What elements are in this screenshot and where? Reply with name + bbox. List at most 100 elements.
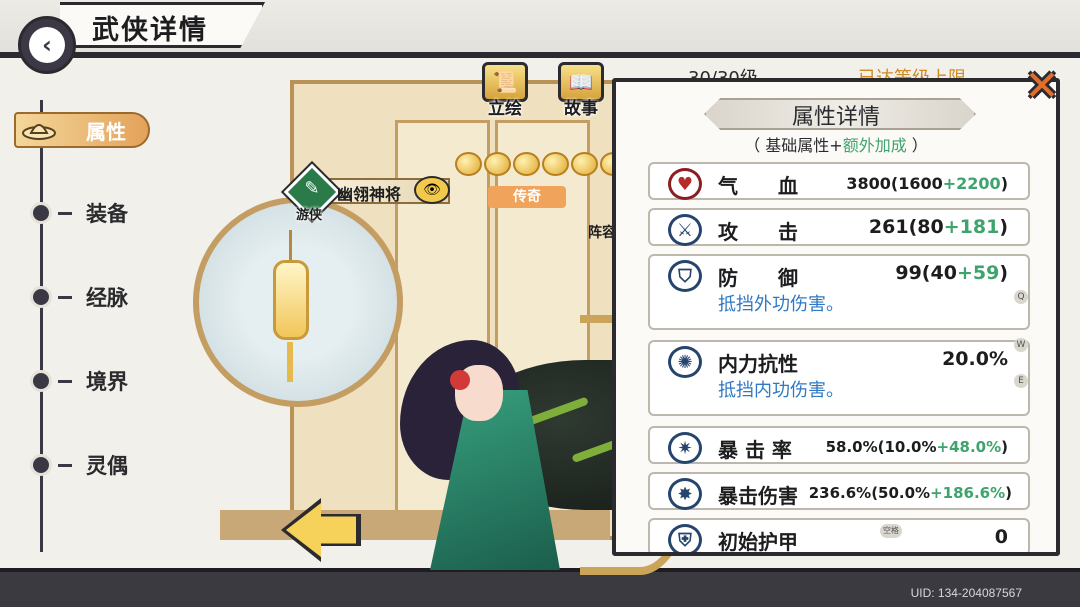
sidebar-item-label: 属性: [86, 120, 126, 144]
sidebar-item-meridians[interactable]: 经脉: [30, 280, 170, 312]
nav-dot: [30, 454, 52, 476]
hero-name: 幽翎神将: [337, 185, 402, 204]
tab-label: 立绘: [488, 99, 522, 119]
popup-title: 属性详情: [791, 105, 880, 130]
sidebar-item-realm[interactable]: 境界: [30, 364, 170, 396]
stat-description: 抵挡内功伤害。: [718, 380, 844, 401]
stat-row-hp: ♥ 气 血 3800(1600+2200): [648, 162, 1030, 200]
sidebar-item-label: 经脉: [86, 286, 128, 310]
stat-close: ): [999, 262, 1008, 284]
stat-name: 攻 击: [718, 220, 798, 244]
hero-scene: [190, 60, 740, 575]
star-icon: [484, 152, 511, 176]
stat-row-crit-damage: ✸ 暴击伤害 236.6%(50.0%+186.6%): [648, 472, 1030, 510]
swirl-icon: ✺: [668, 346, 702, 378]
star-icon: [455, 152, 482, 176]
lantern-cord: [289, 230, 292, 262]
sword-icon: ⚔: [668, 214, 702, 246]
subtitle-text: （ 基础属性+: [744, 136, 843, 155]
eye-icon[interactable]: 👁: [414, 176, 450, 204]
attribute-detail-popup: 属性详情 （ 基础属性+额外加成 ） ♥ 气 血 3800(1600+2200)…: [612, 78, 1060, 556]
sidebar-item-label: 境界: [86, 370, 128, 394]
sidebar-item-puppet[interactable]: 灵偶: [30, 448, 170, 480]
sidebar-item-label: 装备: [86, 202, 128, 226]
stat-value: 0: [994, 526, 1008, 548]
back-arrow-icon: ‹: [29, 27, 65, 63]
nav-dash: [58, 296, 72, 299]
ranger-icon: ✎: [304, 178, 320, 199]
stat-value: 58.0%(10.0%+48.0%): [826, 438, 1008, 456]
star-icon: [513, 152, 540, 176]
nav-line: [40, 100, 43, 552]
nav-dot: [30, 286, 52, 308]
key-hint-w: W: [1014, 338, 1028, 352]
stat-row-attack: ⚔ 攻 击 261(80+181): [648, 208, 1030, 246]
star-icon: [571, 152, 598, 176]
page-title: 武侠详情: [92, 15, 208, 46]
star-rating: [455, 152, 627, 176]
stat-close: ): [1001, 438, 1008, 456]
stat-name: 防 御: [718, 266, 798, 290]
popup-subtitle: （ 基础属性+额外加成 ）: [616, 132, 1056, 156]
stat-bonus: +2200: [942, 174, 1001, 193]
shield-icon: ⛉: [668, 260, 702, 292]
key-hint-q: Q: [1014, 290, 1028, 304]
stat-total: 3800(1600: [846, 174, 943, 193]
nav-dot: [30, 202, 52, 224]
stat-total: 99(40: [895, 262, 957, 284]
top-divider: [0, 52, 1080, 58]
sidebar-item-label: 灵偶: [86, 454, 128, 478]
stat-bonus: +181: [943, 216, 1000, 238]
rarity-badge: 传奇: [488, 186, 566, 208]
stat-value: 99(40+59): [895, 262, 1008, 284]
star-icon: [542, 152, 569, 176]
stat-total: 261(80: [868, 216, 944, 238]
stat-close: ): [999, 216, 1008, 238]
tab-label: 故事: [564, 99, 598, 119]
stat-value: 3800(1600+2200): [846, 174, 1008, 193]
stat-row-armor: ⛨ 初始护甲 空格 0: [648, 518, 1030, 554]
stat-total: 236.6%(50.0%: [808, 484, 931, 502]
sidebar-item-equipment[interactable]: 装备: [30, 196, 170, 228]
nav-dot: [30, 370, 52, 392]
nav-dash: [58, 380, 72, 383]
crit-icon: ✷: [668, 432, 702, 464]
stat-row-defense: ⛉ 防 御 99(40+59) 抵挡外功伤害。 Q: [648, 254, 1030, 330]
lantern-icon: [273, 260, 309, 340]
nav-dash: [58, 212, 72, 215]
stat-bonus: +48.0%: [936, 438, 1002, 456]
stat-name: 初始护甲: [718, 530, 798, 554]
nav-dash: [58, 464, 72, 467]
stat-value: 261(80+181): [869, 216, 1008, 238]
close-icon[interactable]: ✕: [1022, 65, 1062, 108]
stat-row-internal-resist: ✺ 内力抗性 20.0% 抵挡内功伤害。 W E: [648, 338, 1030, 416]
stat-close: ): [1005, 484, 1012, 502]
key-hint-space: 空格: [880, 524, 902, 538]
lantern-tassel: [287, 342, 293, 382]
crit-damage-icon: ✸: [668, 478, 702, 510]
tab-story[interactable]: 📖 故事: [550, 62, 612, 119]
hero-class-label: 游侠: [296, 208, 323, 223]
stat-value: 236.6%(50.0%+186.6%): [809, 484, 1012, 502]
flower-icon: [450, 370, 470, 390]
uid-label: UID: 134-204087567: [910, 586, 1022, 600]
stat-close: ): [1000, 174, 1008, 193]
stat-total: 58.0%(10.0%: [825, 438, 937, 456]
subtitle-bonus: 额外加成: [842, 136, 907, 155]
back-button[interactable]: ‹: [18, 16, 76, 74]
stat-value: 20.0%: [942, 348, 1008, 370]
stat-name: 暴 击 率: [718, 438, 792, 462]
stat-description: 抵挡外功伤害。: [718, 294, 844, 315]
key-hint-e: E: [1014, 374, 1028, 388]
hero-portrait[interactable]: [310, 240, 740, 575]
armor-icon: ⛨: [668, 524, 702, 552]
stat-name: 气 血: [718, 174, 798, 198]
tab-portrait[interactable]: 📜 立绘: [474, 62, 536, 119]
stat-bonus: +186.6%: [930, 484, 1006, 502]
stat-row-crit-rate: ✷ 暴 击 率 58.0%(10.0%+48.0%): [648, 426, 1030, 464]
stat-name: 暴击伤害: [718, 484, 798, 508]
heart-icon: ♥: [668, 168, 702, 200]
hat-icon: [18, 110, 60, 150]
subtitle-close: ）: [906, 136, 928, 155]
stat-bonus: +59: [956, 262, 1000, 284]
